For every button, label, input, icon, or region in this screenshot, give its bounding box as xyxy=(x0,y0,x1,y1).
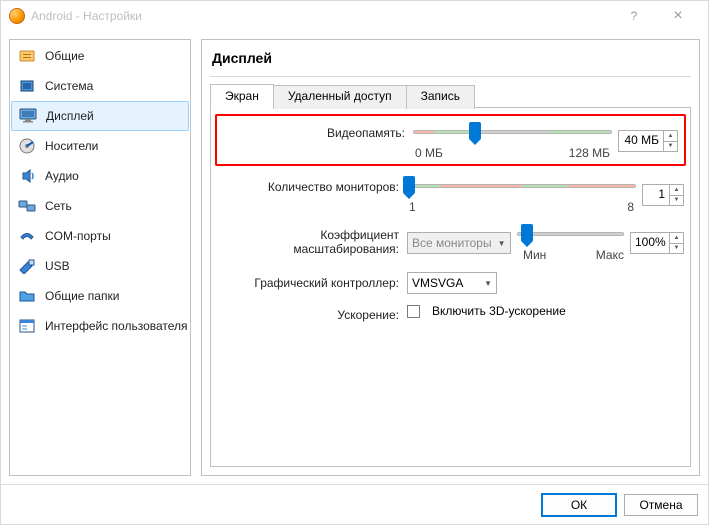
video-memory-label: Видеопамять: xyxy=(223,122,413,140)
sidebar-item-audio[interactable]: Аудио xyxy=(11,161,189,191)
spin-up-icon[interactable]: ▲ xyxy=(670,233,683,244)
sidebar-item-serial[interactable]: COM-порты xyxy=(11,221,189,251)
spin-down-icon[interactable]: ▼ xyxy=(664,142,677,152)
accel-3d-label: Включить 3D-ускорение xyxy=(432,304,566,318)
video-memory-row: Видеопамять: xyxy=(223,122,678,160)
sidebar-item-label: Система xyxy=(45,79,93,93)
main-panel: Дисплей Экран Удаленный доступ Запись Ви… xyxy=(201,39,700,476)
sidebar-item-label: Интерфейс пользователя xyxy=(45,319,188,333)
sidebar-item-label: Носители xyxy=(45,139,98,153)
monitor-count-value[interactable]: 1 xyxy=(643,185,669,205)
slider-thumb[interactable] xyxy=(469,122,481,140)
slider-min-label: 0 МБ xyxy=(415,146,443,160)
monitor-count-row: Количество мониторов: xyxy=(217,176,684,214)
monitor-count-spin[interactable]: 1 ▲▼ xyxy=(642,184,684,206)
combo-value: VMSVGA xyxy=(412,276,463,290)
page-title: Дисплей xyxy=(210,46,691,77)
network-icon xyxy=(17,197,37,215)
ok-button[interactable]: ОК xyxy=(542,494,616,516)
scale-slider[interactable]: Мин Макс xyxy=(517,224,624,262)
sidebar-item-label: Дисплей xyxy=(46,109,94,123)
video-memory-highlight: Видеопамять: xyxy=(215,114,686,166)
spin-down-icon[interactable]: ▼ xyxy=(670,244,683,254)
video-memory-value[interactable]: 40 МБ xyxy=(619,131,663,151)
tabs: Экран Удаленный доступ Запись xyxy=(210,83,691,108)
sidebar-item-storage[interactable]: Носители xyxy=(11,131,189,161)
chevron-down-icon: ▼ xyxy=(498,239,506,248)
sidebar-item-system[interactable]: Система xyxy=(11,71,189,101)
usb-icon xyxy=(17,257,37,275)
video-memory-slider[interactable]: 0 МБ 128 МБ xyxy=(413,122,612,160)
sidebar-item-label: COM-порты xyxy=(45,229,111,243)
monitor-count-label: Количество мониторов: xyxy=(217,176,407,194)
disk-icon xyxy=(17,137,37,155)
window-title: Android - Настройки xyxy=(31,9,612,23)
scale-label: Коэффициент масштабирования: xyxy=(217,224,407,256)
footer: ОК Отмена xyxy=(1,484,708,524)
tab-pane: Видеопамять: xyxy=(210,108,691,467)
sidebar-item-general[interactable]: Общие xyxy=(11,41,189,71)
slider-max-label: Макс xyxy=(596,248,624,262)
sidebar-item-usb[interactable]: USB xyxy=(11,251,189,281)
combo-value: Все мониторы xyxy=(412,236,492,250)
sidebar-item-ui[interactable]: Интерфейс пользователя xyxy=(11,311,189,341)
close-button[interactable]: × xyxy=(656,2,700,30)
chevron-down-icon: ▼ xyxy=(484,279,492,288)
sidebar-item-label: Сеть xyxy=(45,199,72,213)
controller-combo[interactable]: VMSVGA ▼ xyxy=(407,272,497,294)
titlebar: Android - Настройки ? × xyxy=(1,1,708,31)
monitor-count-slider[interactable]: 1 8 xyxy=(407,176,636,214)
slider-thumb[interactable] xyxy=(521,224,533,242)
slider-max-label: 8 xyxy=(627,200,634,214)
chip-icon xyxy=(17,77,37,95)
spin-up-icon[interactable]: ▲ xyxy=(670,185,683,196)
tab-screen[interactable]: Экран xyxy=(210,84,274,108)
scale-row: Коэффициент масштабирования: Все монитор… xyxy=(217,224,684,262)
ui-icon xyxy=(17,317,37,335)
content: Общие Система Дисплей Носители Аудио xyxy=(1,31,708,484)
sidebar-item-label: Общие xyxy=(45,49,84,63)
cancel-button[interactable]: Отмена xyxy=(624,494,698,516)
sidebar-item-shared[interactable]: Общие папки xyxy=(11,281,189,311)
monitor-icon xyxy=(18,107,38,125)
controller-row: Графический контроллер: VMSVGA ▼ xyxy=(217,272,684,294)
app-icon xyxy=(9,8,25,24)
slider-min-label: 1 xyxy=(409,200,416,214)
spin-down-icon[interactable]: ▼ xyxy=(670,196,683,206)
sidebar-item-display[interactable]: Дисплей xyxy=(11,101,189,131)
speaker-icon xyxy=(17,167,37,185)
tab-record[interactable]: Запись xyxy=(406,85,475,109)
scale-spin[interactable]: 100% ▲▼ xyxy=(630,232,684,254)
accel-label: Ускорение: xyxy=(217,304,407,322)
scale-monitor-combo: Все мониторы ▼ xyxy=(407,232,511,254)
slider-thumb[interactable] xyxy=(403,176,415,194)
accel-3d-checkbox[interactable] xyxy=(407,305,420,318)
help-button[interactable]: ? xyxy=(612,2,656,30)
sidebar-item-network[interactable]: Сеть xyxy=(11,191,189,221)
accel-row: Ускорение: Включить 3D-ускорение xyxy=(217,304,684,322)
folder-icon xyxy=(17,287,37,305)
video-memory-spin[interactable]: 40 МБ ▲▼ xyxy=(618,130,678,152)
serial-icon xyxy=(17,227,37,245)
slider-max-label: 128 МБ xyxy=(569,146,610,160)
controller-label: Графический контроллер: xyxy=(217,272,407,290)
sidebar-item-label: Аудио xyxy=(45,169,79,183)
slider-min-label: Мин xyxy=(523,248,546,262)
scale-value[interactable]: 100% xyxy=(631,233,669,253)
sidebar: Общие Система Дисплей Носители Аудио xyxy=(9,39,191,476)
tab-remote[interactable]: Удаленный доступ xyxy=(273,85,407,109)
gear-icon xyxy=(17,47,37,65)
sidebar-item-label: Общие папки xyxy=(45,289,119,303)
sidebar-item-label: USB xyxy=(45,259,70,273)
spin-up-icon[interactable]: ▲ xyxy=(664,131,677,142)
